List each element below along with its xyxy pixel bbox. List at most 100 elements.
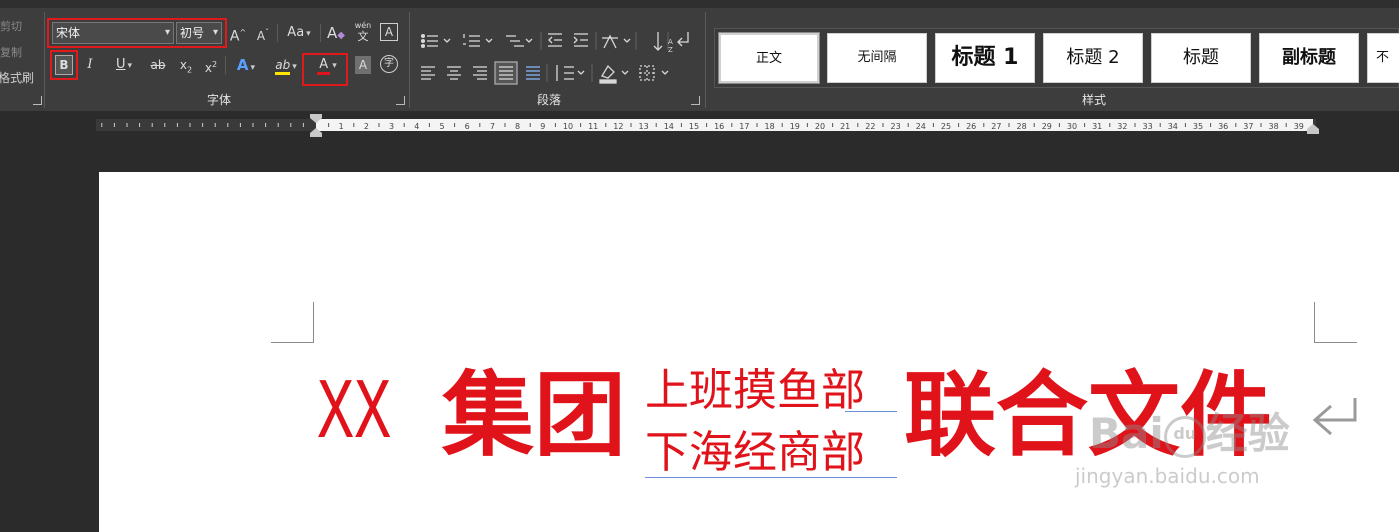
highlight-box-bold: [50, 50, 78, 80]
font-launcher-icon[interactable]: [396, 96, 405, 105]
doc-dept-top: 上班摸鱼部: [645, 365, 865, 416]
ruler-number: 35: [1193, 122, 1203, 131]
document-page[interactable]: XX 集团 上班摸鱼部 下海经商部 联合文件 Bai du 经验 jingyan.b…: [99, 172, 1399, 532]
margin-corner-top-right: [1314, 302, 1357, 343]
ruler-number: 16: [714, 122, 724, 131]
ruler-number: 39: [1294, 122, 1304, 131]
grammar-underline: [645, 477, 897, 478]
ruler-number: 33: [1143, 122, 1153, 131]
margin-corner-top-left: [271, 302, 314, 343]
paragraph-launcher-icon[interactable]: [691, 96, 700, 105]
ruler-number: 20: [815, 122, 825, 131]
chinese-layout-icon: [602, 34, 618, 49]
decrease-indent-icon: [548, 33, 562, 47]
grow-font-button[interactable]: A^: [229, 22, 247, 45]
styles-group-label: 样式: [1082, 93, 1107, 107]
shading-icon: [599, 64, 617, 84]
ruler-number: 13: [639, 122, 649, 131]
char-border-button[interactable]: A: [380, 23, 398, 41]
doc-dept-bottom: 下海经商部: [645, 427, 865, 478]
grammar-underline: [845, 411, 897, 412]
right-indent-marker-icon[interactable]: [1306, 123, 1320, 135]
divider: [705, 12, 706, 108]
sort-icon: [653, 32, 663, 51]
superscript-button[interactable]: x2: [202, 54, 220, 76]
indent-marker-icon[interactable]: [308, 112, 324, 140]
divider: [409, 12, 410, 108]
ruler-number: 38: [1269, 122, 1279, 131]
ribbon: 剪切 复制 格式刷 宋体 ▾ 初号 ▾ A^ Aˇ Aa ▾ A◆ wén 文 A B …: [0, 0, 1399, 111]
copy-button[interactable]: 复制: [0, 44, 22, 60]
ruler-number: 27: [991, 122, 1001, 131]
ruler-number: 15: [689, 122, 699, 131]
ruler-number: 36: [1218, 122, 1228, 131]
change-case-button[interactable]: Aa ▾: [283, 22, 315, 44]
clear-format-button[interactable]: A◆: [326, 22, 346, 44]
ruler-number: 3: [389, 122, 394, 131]
divider: [320, 24, 321, 42]
ruler-number: 31: [1092, 122, 1102, 131]
format-painter-button[interactable]: 格式刷: [0, 69, 34, 86]
horizontal-ruler[interactable]: 1 2 3 4 5 6 7 8 9 10 11 12 13 14 15 16 17 18 19 20 21 22 23 24 2…: [0, 111, 1399, 140]
italic-button[interactable]: I: [82, 54, 98, 76]
ruler-number: 17: [739, 122, 749, 131]
paragraph-tools: A Z: [420, 32, 689, 85]
ruler-number: 23: [891, 122, 901, 131]
distributed-icon: [526, 66, 540, 80]
ruler-number: 8: [515, 122, 520, 131]
cut-button[interactable]: 剪切: [0, 18, 22, 34]
highlight-color-button[interactable]: ab ▾: [270, 54, 302, 76]
watermark-brand: Bai du 经验: [1089, 409, 1290, 458]
ruler-number: 24: [916, 122, 926, 131]
style-heading-2[interactable]: 标题 2: [1043, 33, 1143, 83]
ruler-number: 6: [465, 122, 470, 131]
style-normal[interactable]: 正文: [718, 32, 820, 84]
bullets-icon: [420, 33, 438, 49]
ruler-number: 19: [790, 122, 800, 131]
multilevel-list-icon: [506, 35, 524, 47]
align-left-icon: [421, 66, 435, 80]
char-shading-button[interactable]: A: [355, 56, 371, 74]
divider: [44, 12, 45, 108]
ruler-number: 14: [664, 122, 674, 131]
svg-text:A: A: [668, 38, 673, 46]
ruler-number: 9: [540, 122, 545, 131]
divider: [225, 56, 226, 74]
svg-text:Z: Z: [668, 46, 673, 54]
ruler-number: 25: [941, 122, 951, 131]
shrink-font-button[interactable]: Aˇ: [254, 22, 272, 44]
ruler-number: 34: [1168, 122, 1178, 131]
highlight-box-color: [302, 53, 348, 86]
ruler-number: 4: [414, 122, 419, 131]
ruler-number: 2: [364, 122, 369, 131]
divider: [277, 24, 278, 42]
underline-button[interactable]: U ▾: [108, 54, 140, 76]
font-group-label: 字体: [207, 93, 232, 107]
ruler-number: 12: [613, 122, 623, 131]
ruler-number: 22: [865, 122, 875, 131]
style-heading-1[interactable]: 标题 1: [935, 33, 1035, 83]
highlight-box-font: [47, 18, 227, 48]
borders-icon: [639, 65, 655, 81]
styles-gallery: 正文 无间隔 标题 1 标题 2 标题 副标题 不: [714, 28, 1399, 88]
subscript-button[interactable]: x2: [177, 54, 195, 76]
ruler-ticks: 1 2 3 4 5 6 7 8 9 10 11 12 13 14 15 16 17 18 19 20 21 22 23 24 2…: [101, 122, 1304, 131]
clipboard-launcher-icon[interactable]: [33, 96, 42, 105]
numbering-icon: [463, 34, 480, 47]
ruler-number: 30: [1067, 122, 1077, 131]
ruler-number: 7: [490, 122, 495, 131]
watermark-url: jingyan.baidu.com: [1075, 464, 1260, 488]
strikethrough-button[interactable]: ab: [148, 54, 168, 76]
ruler-number: 29: [1042, 122, 1052, 131]
style-subtitle[interactable]: 副标题: [1259, 33, 1359, 83]
paragraph-return-icon: [1312, 398, 1357, 436]
style-no-spacing[interactable]: 无间隔: [827, 33, 927, 83]
text-effects-button[interactable]: A ▾: [230, 54, 262, 76]
ruler-number: 32: [1117, 122, 1127, 131]
phonetic-guide-button[interactable]: wén 文: [353, 20, 373, 42]
ruler-number: 37: [1243, 122, 1253, 131]
enclose-char-button[interactable]: 字: [380, 55, 398, 73]
style-subtle-emphasis[interactable]: 不: [1367, 33, 1399, 83]
style-title[interactable]: 标题: [1151, 33, 1251, 83]
ruler-number: 1: [339, 122, 344, 131]
